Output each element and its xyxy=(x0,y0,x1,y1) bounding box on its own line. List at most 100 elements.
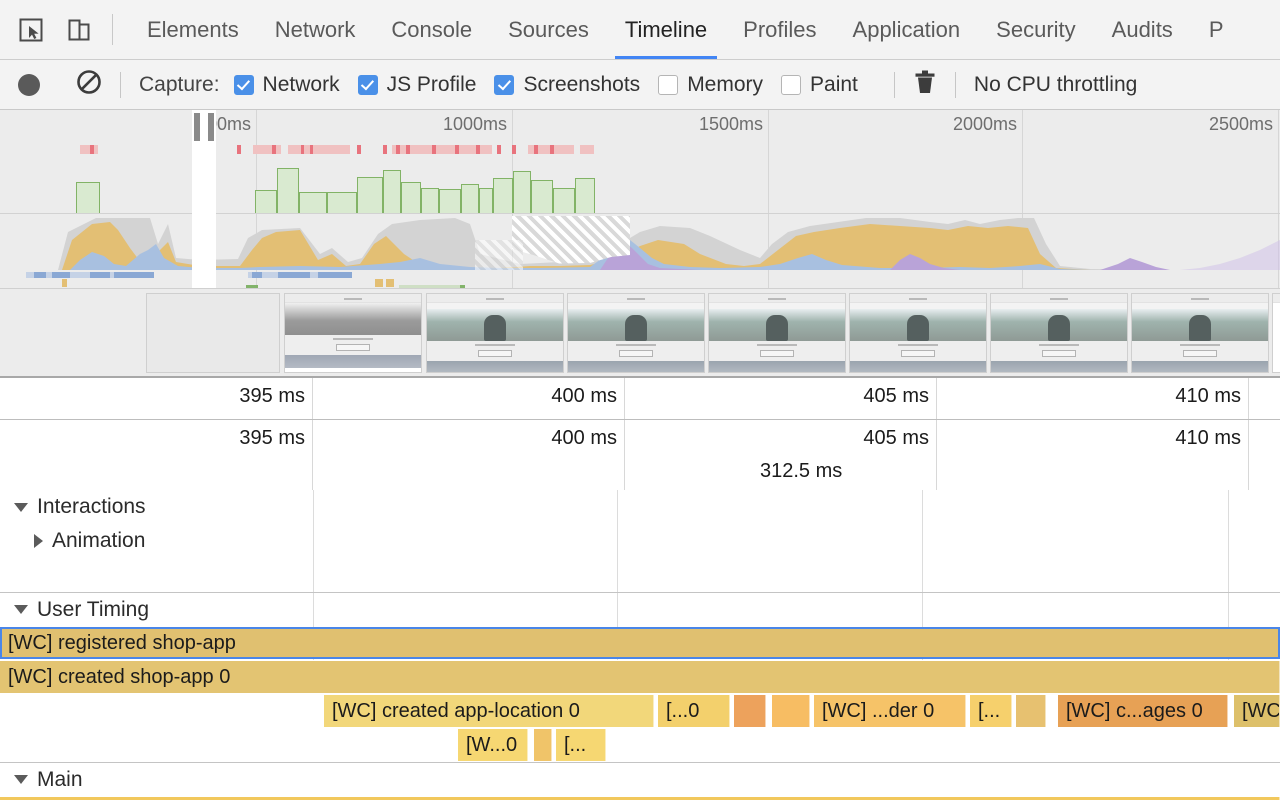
tab-timeline[interactable]: Timeline xyxy=(607,0,725,59)
inspect-element-icon[interactable] xyxy=(14,13,48,47)
ruler2-tick-410ms: 410 ms xyxy=(937,420,1249,490)
event-bar[interactable]: [WC xyxy=(1234,695,1280,727)
event-bar[interactable]: [...0 xyxy=(658,695,730,727)
cpu-throttling-select[interactable]: No CPU throttling xyxy=(974,73,1137,97)
track-row: [W...0 [... xyxy=(0,728,1280,762)
ruler2-tick-395ms: 395 ms xyxy=(0,420,313,490)
tab-sources-label: Sources xyxy=(508,16,589,42)
thumb-footer xyxy=(568,341,704,361)
filmstrip-frame[interactable] xyxy=(990,293,1128,373)
filmstrip-frame[interactable] xyxy=(426,293,564,373)
event-bar[interactable]: [WC] created app-location 0 xyxy=(324,695,654,727)
event-bar[interactable]: [WC] registered shop-app xyxy=(0,627,1280,659)
thumb-footer xyxy=(850,341,986,361)
capture-memory-checkbox[interactable]: Memory xyxy=(658,73,763,97)
chevron-right-icon[interactable] xyxy=(34,534,43,548)
chevron-down-icon[interactable] xyxy=(14,775,28,784)
thumb-footer xyxy=(709,341,845,361)
filmstrip-frame[interactable] xyxy=(284,293,422,373)
filmstrip-frame[interactable] xyxy=(708,293,846,373)
overview-selection-handle-right[interactable] xyxy=(206,110,216,288)
event-bar[interactable] xyxy=(534,729,552,761)
checkbox-js-profile-label: JS Profile xyxy=(386,72,477,96)
overview-tick-label-1500ms: 1500ms xyxy=(698,114,763,134)
clear-recording-icon[interactable] xyxy=(76,69,102,100)
event-bar[interactable]: [WC] created shop-app 0 xyxy=(0,661,1280,693)
thumb-header xyxy=(1132,294,1268,303)
tabbar-icon-group xyxy=(0,0,96,59)
event-bar[interactable]: [WC] c...ages 0 xyxy=(1058,695,1228,727)
flamechart-ruler-secondary: 395 ms 400 ms 405 ms 410 ms 312.5 ms xyxy=(0,420,1280,490)
thumb-footer xyxy=(427,341,563,361)
thumb-hero xyxy=(850,309,986,341)
event-bar[interactable] xyxy=(734,695,766,727)
checkbox-paint-box[interactable] xyxy=(781,74,802,95)
track-group-user-timing[interactable]: User Timing xyxy=(0,592,1280,626)
track-spacer-interactions xyxy=(0,558,1280,592)
track-row: [WC] created shop-app 0 xyxy=(0,660,1280,694)
capture-network-checkbox[interactable]: Network xyxy=(233,73,340,97)
ruler2-label-395ms: 395 ms xyxy=(239,427,305,449)
thumb-header xyxy=(568,294,704,303)
filmstrip[interactable] xyxy=(0,288,1280,378)
tab-profiles[interactable]: Profiles xyxy=(725,0,834,59)
track-row: [WC] created app-location 0 [...0 [WC] .… xyxy=(0,694,1280,728)
track-group-main[interactable]: Main xyxy=(0,762,1280,796)
track-group-main-label: Main xyxy=(37,767,83,791)
panel-tabs: Elements Network Console Sources Timelin… xyxy=(129,0,1242,59)
event-bar[interactable]: [WC] ...der 0 xyxy=(814,695,966,727)
ruler2-label-410ms: 410 ms xyxy=(1175,427,1241,449)
chevron-down-icon[interactable] xyxy=(14,605,28,614)
event-bar[interactable]: [... xyxy=(970,695,1012,727)
filmstrip-frame[interactable] xyxy=(849,293,987,373)
thumb-hero xyxy=(991,309,1127,341)
tab-security[interactable]: Security xyxy=(978,0,1093,59)
thumb-header xyxy=(850,294,986,303)
capture-paint-checkbox[interactable]: Paint xyxy=(781,73,858,97)
timeline-overview[interactable]: 500ms 1000ms 1500ms 2000ms 2500ms xyxy=(0,110,1280,288)
tab-elements-label: Elements xyxy=(147,16,239,42)
checkbox-memory-box[interactable] xyxy=(658,74,679,95)
ruler2-label-400ms: 400 ms xyxy=(551,427,617,449)
thumb-strip xyxy=(427,361,563,372)
trash-icon[interactable] xyxy=(913,69,937,100)
capture-screenshots-checkbox[interactable]: Screenshots xyxy=(494,73,640,97)
checkbox-screenshots-box[interactable] xyxy=(494,74,515,95)
tab-console-label: Console xyxy=(391,16,473,42)
tab-performance[interactable]: P xyxy=(1191,0,1242,59)
device-toolbar-icon[interactable] xyxy=(62,13,96,47)
thumb-footer xyxy=(285,335,421,355)
event-bar[interactable] xyxy=(1016,695,1046,727)
ruler-label-410ms: 410 ms xyxy=(1175,385,1241,407)
ruler2-label-405ms: 405 ms xyxy=(863,427,929,449)
devtools-tabbar: Elements Network Console Sources Timelin… xyxy=(0,0,1280,60)
tab-elements[interactable]: Elements xyxy=(129,0,257,59)
capture-js-profile-checkbox[interactable]: JS Profile xyxy=(357,72,477,97)
thumb-header xyxy=(991,294,1127,303)
thumb-hero xyxy=(568,309,704,341)
tab-performance-label: P xyxy=(1208,16,1224,42)
overview-selection-handle-left[interactable] xyxy=(192,110,202,288)
tab-profiles-label: Profiles xyxy=(743,16,817,42)
capture-toolbar: Capture: Network JS Profile Screenshots … xyxy=(0,60,1280,110)
chevron-down-icon[interactable] xyxy=(14,502,28,512)
filmstrip-frame[interactable] xyxy=(1272,293,1280,373)
overview-tick-label-1000ms: 1000ms xyxy=(442,114,507,134)
tab-audits[interactable]: Audits xyxy=(1094,0,1191,59)
filmstrip-frame[interactable] xyxy=(1131,293,1269,373)
tab-console[interactable]: Console xyxy=(373,0,490,59)
record-button[interactable] xyxy=(18,73,40,96)
track-group-interactions[interactable]: Interactions xyxy=(0,490,1280,524)
tab-application[interactable]: Application xyxy=(835,0,979,59)
tab-sources[interactable]: Sources xyxy=(490,0,607,59)
tab-network[interactable]: Network xyxy=(257,0,374,59)
filmstrip-frame[interactable] xyxy=(567,293,705,373)
checkbox-network-box[interactable] xyxy=(233,74,254,95)
overview-tick-label-2500ms: 2500ms xyxy=(1208,114,1273,134)
event-bar[interactable]: [... xyxy=(556,729,606,761)
track-subgroup-animation[interactable]: Animation xyxy=(0,524,1280,558)
event-bar[interactable] xyxy=(772,695,810,727)
checkbox-js-profile-box[interactable] xyxy=(357,74,378,95)
event-bar[interactable]: [W...0 xyxy=(458,729,528,761)
filmstrip-frame[interactable] xyxy=(146,293,280,373)
